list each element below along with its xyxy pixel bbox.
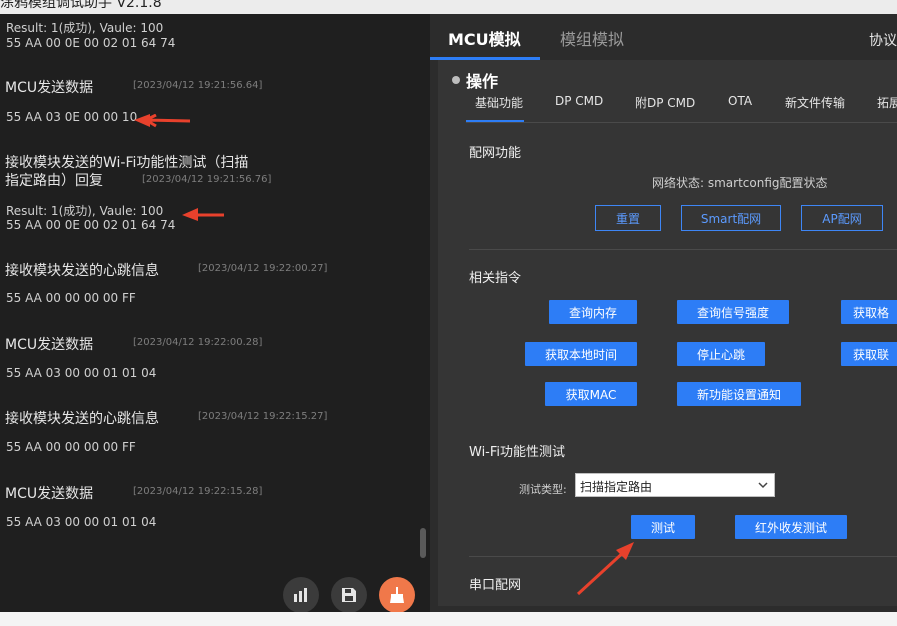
log-line: 55 AA 03 00 00 01 01 04 xyxy=(6,515,157,529)
log-timestamp: [2023/04/12 19:22:00.28] xyxy=(133,337,263,348)
log-line: 55 AA 00 0E 00 02 01 64 74 xyxy=(6,36,176,50)
log-line: 55 AA 00 0E 00 02 01 64 74 xyxy=(6,218,176,232)
log-line: 55 AA 03 0E 00 00 10 xyxy=(6,110,138,124)
log-entry-title: MCU发送数据 xyxy=(5,337,94,353)
log-timestamp: [2023/04/12 19:22:00.27] xyxy=(198,263,328,274)
smart-config-button[interactable]: Smart配网 xyxy=(681,205,781,231)
ap-config-button[interactable]: AP配网 xyxy=(801,205,883,231)
bullet-icon xyxy=(452,76,460,84)
bar-chart-icon xyxy=(294,588,307,602)
save-log-button[interactable] xyxy=(331,577,367,612)
wifi-test-title: Wi-Fi功能性测试 xyxy=(469,445,566,460)
log-timestamp: [2023/04/12 19:22:15.28] xyxy=(133,486,263,497)
log-timestamp: [2023/04/12 19:21:56.76] xyxy=(142,174,272,185)
log-entry-title-cont: 指定路由）回复 xyxy=(5,173,103,189)
divider xyxy=(469,556,897,557)
log-entry-title: 接收模块发送的心跳信息 xyxy=(5,263,159,279)
window-titlebar: 涂鸦模组调试助手 V2.1.8 xyxy=(0,0,897,14)
log-entry: 接收模块发送的Wi-Fi功能性测试（扫描 指定路由）回复 [2023/04/12… xyxy=(0,150,420,240)
subtab-extension[interactable]: 拓展 xyxy=(877,94,897,111)
subtab-ota[interactable]: OTA xyxy=(728,94,752,108)
log-entry: 接收模块发送的心跳信息 [2023/04/12 19:22:15.27] 55 … xyxy=(0,406,420,456)
log-entry: MCU发送数据 [2023/04/12 19:22:15.28] 55 AA 0… xyxy=(0,481,420,531)
get-mac-button[interactable]: 获取MAC xyxy=(545,382,637,406)
get-connection-button[interactable]: 获取联 xyxy=(841,342,897,366)
network-config-title: 配网功能 xyxy=(469,146,522,161)
log-entry-title: MCU发送数据 xyxy=(5,80,94,96)
log-entry: MCU发送数据 [2023/04/12 19:21:56.64] 55 AA 0… xyxy=(0,74,420,134)
test-type-select[interactable]: 扫描指定路由 xyxy=(575,473,775,497)
subtab-new-file-transfer[interactable]: 新文件传输 xyxy=(785,94,845,111)
log-entry: MCU发送数据 [2023/04/12 19:22:00.28] 55 AA 0… xyxy=(0,332,420,382)
operation-panel: 操作 基础功能 DP CMD 附DP CMD OTA 新文件传输 拓展 配网功能… xyxy=(438,60,897,606)
status-strip xyxy=(0,612,897,626)
log-entry-title: 接收模块发送的Wi-Fi功能性测试（扫描 xyxy=(5,155,249,171)
test-button[interactable]: 测试 xyxy=(631,515,695,539)
tab-module-simulation[interactable]: 模组模拟 xyxy=(560,26,624,50)
stop-heartbeat-button[interactable]: 停止心跳 xyxy=(677,342,765,366)
ir-test-button[interactable]: 红外收发测试 xyxy=(735,515,847,539)
tab-mcu-simulation[interactable]: MCU模拟 xyxy=(448,26,521,50)
annotation-arrow-icon xyxy=(134,114,191,128)
query-memory-button[interactable]: 查询内存 xyxy=(549,300,637,324)
right-pane: MCU模拟 模组模拟 协议 操作 基础功能 DP CMD 附DP CMD OTA… xyxy=(430,14,897,612)
log-timestamp: [2023/04/12 19:22:15.27] xyxy=(198,411,328,422)
log-entry: Result: 1(成功), Vaule: 100 55 AA 00 0E 00… xyxy=(0,14,420,54)
tab-protocol[interactable]: 协议 xyxy=(869,30,897,50)
log-line: 55 AA 00 00 00 00 FF xyxy=(6,440,136,454)
panel-title: 操作 xyxy=(466,72,499,91)
annotation-arrow-icon xyxy=(182,208,224,221)
log-timestamp: [2023/04/12 19:21:56.64] xyxy=(133,80,263,91)
chevron-down-icon xyxy=(758,482,768,489)
main-tabs: MCU模拟 模组模拟 协议 xyxy=(430,14,897,60)
window-title: 涂鸦模组调试助手 V2.1.8 xyxy=(0,0,162,11)
statistics-button[interactable] xyxy=(283,577,319,612)
log-scrollbar[interactable] xyxy=(420,528,426,558)
log-line: 55 AA 00 00 00 00 FF xyxy=(6,291,136,305)
divider xyxy=(466,122,897,123)
log-pane[interactable]: Result: 1(成功), Vaule: 100 55 AA 00 0E 00… xyxy=(0,14,430,612)
annotation-arrow-icon xyxy=(576,542,634,596)
clear-log-button[interactable] xyxy=(379,577,415,612)
subtab-basic[interactable]: 基础功能 xyxy=(475,94,523,111)
divider xyxy=(469,249,897,250)
new-feature-notify-button[interactable]: 新功能设置通知 xyxy=(677,382,801,406)
log-line: Result: 1(成功), Vaule: 100 xyxy=(6,21,164,35)
log-entry-title: 接收模块发送的心跳信息 xyxy=(5,411,159,427)
test-type-label: 测试类型: xyxy=(519,483,567,496)
test-type-value: 扫描指定路由 xyxy=(580,480,653,494)
query-signal-button[interactable]: 查询信号强度 xyxy=(677,300,789,324)
subtab-attached-dp-cmd[interactable]: 附DP CMD xyxy=(635,94,695,111)
subtab-dp-cmd[interactable]: DP CMD xyxy=(555,94,603,108)
log-line: 55 AA 03 00 00 01 01 04 xyxy=(6,366,157,380)
get-grid-button[interactable]: 获取格 xyxy=(841,300,897,324)
log-line: Result: 1(成功), Vaule: 100 xyxy=(6,204,164,218)
log-entry-title: MCU发送数据 xyxy=(5,486,94,502)
get-local-time-button[interactable]: 获取本地时间 xyxy=(525,342,637,366)
save-icon xyxy=(342,588,356,602)
log-entry: 接收模块发送的心跳信息 [2023/04/12 19:22:00.27] 55 … xyxy=(0,258,420,308)
network-status: 网络状态: smartconfig配置状态 xyxy=(652,176,828,190)
commands-title: 相关指令 xyxy=(469,271,522,286)
reset-button[interactable]: 重置 xyxy=(595,205,661,231)
clear-broom-icon xyxy=(390,587,404,603)
serial-config-title: 串口配网 xyxy=(469,578,522,593)
